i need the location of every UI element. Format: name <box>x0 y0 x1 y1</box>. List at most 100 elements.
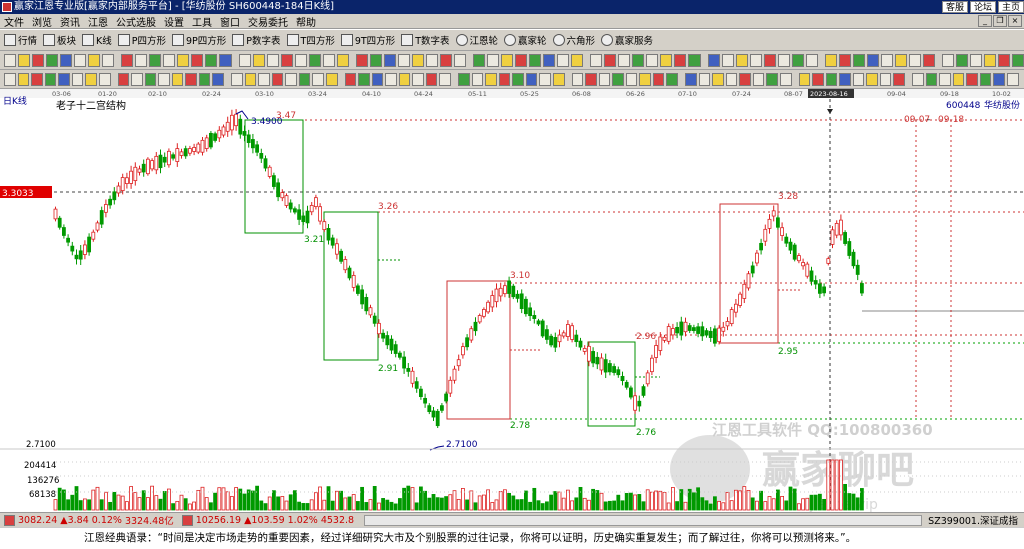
indicator-tool-icon[interactable] <box>425 72 438 86</box>
draw-tool-icon[interactable] <box>191 53 204 67</box>
draw-tool-icon[interactable] <box>439 53 452 67</box>
sh-index[interactable]: 3082.24 ▲3.84 0.12% 3324.48亿 <box>0 513 178 527</box>
draw-tool-icon[interactable] <box>425 53 438 67</box>
indicator-tool-icon[interactable] <box>385 72 397 86</box>
menu-browse[interactable]: 浏览 <box>32 14 52 29</box>
sz-index[interactable]: 10256.19 ▲103.59 1.02% 4532.8 <box>178 514 358 526</box>
draw-tool-icon[interactable] <box>604 53 617 67</box>
draw-tool-icon[interactable] <box>32 53 45 67</box>
indicator-tool-icon[interactable] <box>939 72 951 86</box>
draw-tool-icon[interactable] <box>674 53 687 67</box>
draw-tool-icon[interactable] <box>838 53 851 67</box>
indicator-tool-icon[interactable] <box>625 72 638 86</box>
draw-tool-icon[interactable] <box>219 53 232 67</box>
draw-tool-icon[interactable] <box>60 53 73 67</box>
draw-tool-icon[interactable] <box>473 53 486 67</box>
draw-tool-icon[interactable] <box>688 53 701 67</box>
homepage-link[interactable]: 主页 <box>997 1 1024 13</box>
indicator-tool-icon[interactable] <box>552 72 565 86</box>
indicator-tool-icon[interactable] <box>739 72 751 86</box>
draw-tool-icon[interactable] <box>970 53 983 67</box>
indicator-tool-icon[interactable] <box>231 72 243 86</box>
minimize-icon[interactable]: _ <box>978 15 992 27</box>
tool-gann-wheel[interactable]: 江恩轮 <box>455 33 498 47</box>
indicator-tool-icon[interactable] <box>358 72 370 86</box>
indicator-tool-icon[interactable] <box>685 72 697 86</box>
indicator-tool-icon[interactable] <box>993 72 1005 86</box>
draw-tool-icon[interactable] <box>660 53 673 67</box>
draw-tool-icon[interactable] <box>777 53 790 67</box>
indicator-tool-icon[interactable] <box>525 72 538 86</box>
tool-t-square[interactable]: T四方形 <box>286 33 335 47</box>
indicator-tool-icon[interactable] <box>171 72 184 86</box>
menu-help[interactable]: 帮助 <box>296 14 316 29</box>
indicator-tool-icon[interactable] <box>952 72 965 86</box>
draw-tool-icon[interactable] <box>529 53 542 67</box>
indicator-tool-icon[interactable] <box>912 72 924 86</box>
tool-service[interactable]: 赢家服务 <box>601 33 653 47</box>
tool-p-square[interactable]: P四方形 <box>117 33 166 47</box>
draw-tool-icon[interactable] <box>487 53 500 67</box>
menu-formula[interactable]: 公式选股 <box>116 14 156 29</box>
draw-tool-icon[interactable] <box>942 53 955 67</box>
tool-9p-square[interactable]: 9P四方形 <box>172 33 226 47</box>
indicator-tool-icon[interactable] <box>371 72 384 86</box>
indicator-tool-icon[interactable] <box>612 72 624 86</box>
indicator-tool-icon[interactable] <box>639 72 651 86</box>
draw-tool-icon[interactable] <box>121 53 134 67</box>
draw-tool-icon[interactable] <box>557 53 570 67</box>
indicator-tool-icon[interactable] <box>571 72 584 86</box>
indicator-tool-icon[interactable] <box>44 72 57 86</box>
tool-hexagon[interactable]: 六角形 <box>552 33 595 47</box>
indicator-tool-icon[interactable] <box>652 72 665 86</box>
forum-link[interactable]: 论坛 <box>969 1 996 13</box>
draw-tool-icon[interactable] <box>397 53 410 67</box>
draw-tool-icon[interactable] <box>238 53 251 67</box>
indicator-tool-icon[interactable] <box>71 72 84 86</box>
draw-tool-icon[interactable] <box>590 53 603 67</box>
indicator-tool-icon[interactable] <box>879 72 892 86</box>
indicator-tool-icon[interactable] <box>585 72 597 86</box>
service-link[interactable]: 客服 <box>941 1 968 13</box>
restore-icon[interactable]: ❐ <box>993 15 1007 27</box>
draw-tool-icon[interactable] <box>922 53 935 67</box>
indicator-tool-icon[interactable] <box>212 72 224 86</box>
indicator-tool-icon[interactable] <box>312 72 324 86</box>
draw-tool-icon[interactable] <box>266 53 279 67</box>
status-scrollbar[interactable] <box>364 514 923 526</box>
indicator-tool-icon[interactable] <box>893 72 905 86</box>
indicator-tool-icon[interactable] <box>244 72 257 86</box>
indicator-tool-icon[interactable] <box>98 72 111 86</box>
indicator-tool-icon[interactable] <box>398 72 411 86</box>
indicator-tool-icon[interactable] <box>4 72 16 86</box>
tool-t-table[interactable]: T数字表 <box>401 33 450 47</box>
draw-tool-icon[interactable] <box>791 53 804 67</box>
draw-tool-icon[interactable] <box>984 53 997 67</box>
indicator-tool-icon[interactable] <box>839 72 851 86</box>
menu-gann[interactable]: 江恩 <box>88 14 108 29</box>
draw-tool-icon[interactable] <box>369 53 382 67</box>
draw-tool-icon[interactable] <box>294 53 307 67</box>
draw-tool-icon[interactable] <box>383 53 396 67</box>
indicator-tool-icon[interactable] <box>271 72 284 86</box>
indicator-tool-icon[interactable] <box>144 72 157 86</box>
menu-window[interactable]: 窗口 <box>220 14 240 29</box>
draw-tool-icon[interactable] <box>280 53 293 67</box>
indicator-tool-icon[interactable] <box>485 72 497 86</box>
draw-tool-icon[interactable] <box>46 53 59 67</box>
draw-tool-icon[interactable] <box>336 53 349 67</box>
indicator-tool-icon[interactable] <box>439 72 451 86</box>
tool-9t-square[interactable]: 9T四方形 <box>340 33 395 47</box>
tool-sectors[interactable]: 板块 <box>43 33 76 47</box>
draw-tool-icon[interactable] <box>74 53 87 67</box>
indicator-tool-icon[interactable] <box>1006 72 1019 86</box>
draw-tool-icon[interactable] <box>721 53 734 67</box>
draw-tool-icon[interactable] <box>707 53 720 67</box>
draw-tool-icon[interactable] <box>135 53 148 67</box>
indicator-tool-icon[interactable] <box>812 72 824 86</box>
draw-tool-icon[interactable] <box>205 53 218 67</box>
indicator-tool-icon[interactable] <box>17 72 30 86</box>
draw-tool-icon[interactable] <box>571 53 584 67</box>
draw-tool-icon[interactable] <box>4 53 17 67</box>
tool-quotes[interactable]: 行情 <box>4 33 37 47</box>
